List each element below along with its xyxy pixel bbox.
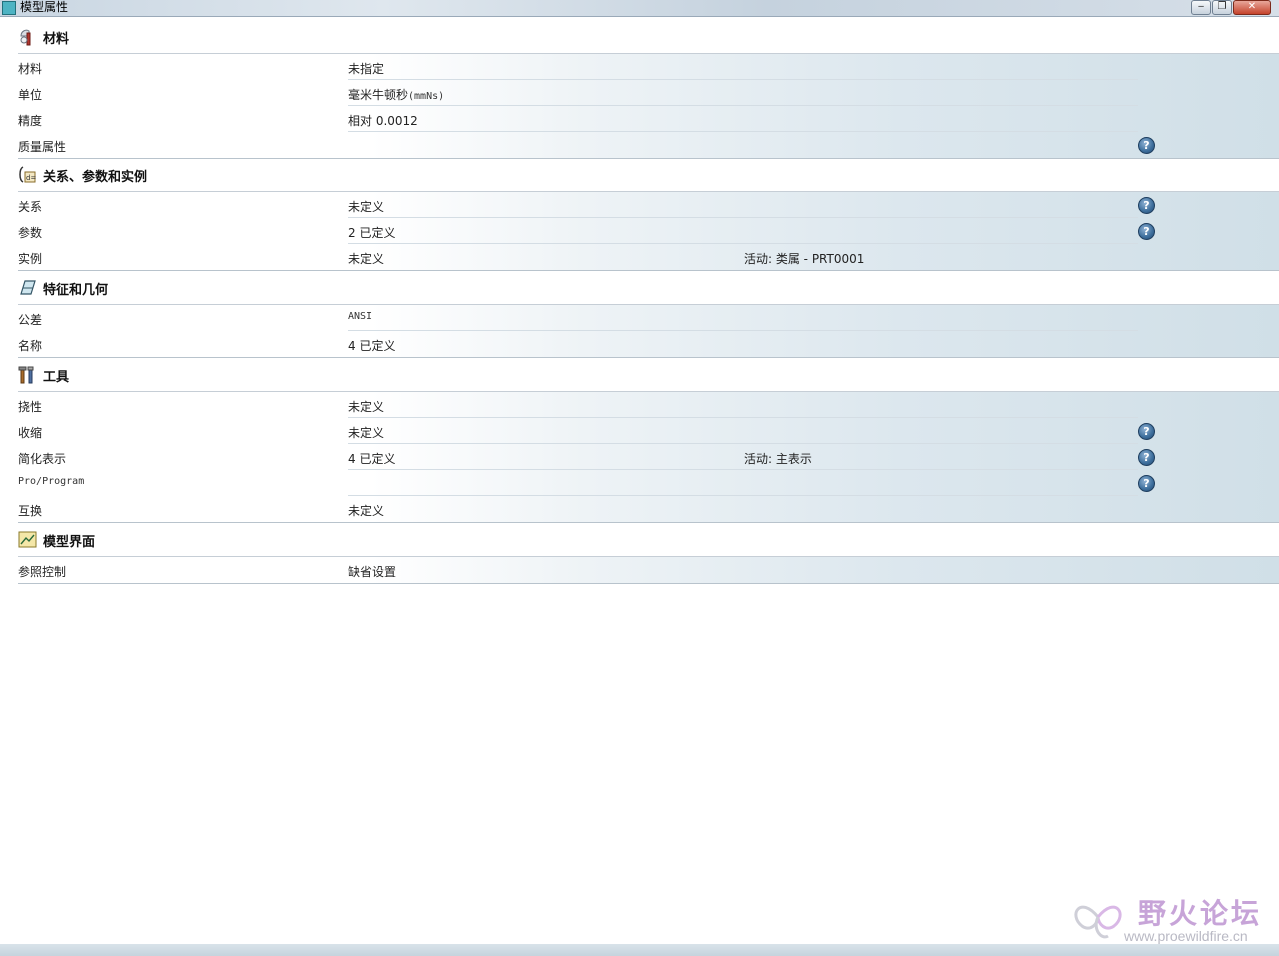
row-label: Pro/Program [18, 476, 85, 487]
watermark-name: 野火论坛 [1138, 897, 1263, 930]
row-label: 收缩 [18, 426, 43, 440]
section-tools: 工具 挠性 未定义 收缩 未定义 ? 简化表示 4 已定义 活动: 主表示 ? … [18, 358, 1279, 523]
row-material[interactable]: 材料 未指定 [18, 54, 1279, 80]
row-label: 公差 [18, 313, 43, 327]
row-accuracy[interactable]: 精度 相对 0.0012 [18, 106, 1279, 132]
row-value[interactable]: 缺省设置 [348, 563, 396, 580]
row-names[interactable]: 名称 4 已定义 [18, 331, 1279, 357]
watermark: 野火论坛 www.proewildfire.cn [1068, 890, 1273, 946]
property-rows: 材料 未指定 单位 毫米牛顿秒(mmNs) 精度 相对 0.0012 质量属性 … [18, 54, 1279, 159]
row-simplified-rep[interactable]: 简化表示 4 已定义 活动: 主表示 ? [18, 444, 1279, 470]
section-header: 模型界面 [18, 523, 1279, 557]
section-title: 特征和几何 [43, 283, 109, 298]
relations-icon: d= [19, 166, 36, 183]
feature-geometry-icon [20, 280, 36, 295]
help-icon[interactable]: ? [1138, 449, 1155, 466]
row-reference-control[interactable]: 参照控制 缺省设置 [18, 557, 1279, 583]
row-value[interactable]: 未定义 [348, 198, 384, 215]
row-extra: 活动: 类属 - PRT0001 [744, 252, 865, 266]
property-rows: 挠性 未定义 收缩 未定义 ? 简化表示 4 已定义 活动: 主表示 ? Pro… [18, 392, 1279, 523]
row-extra: 活动: 主表示 [744, 452, 812, 466]
row-parameters[interactable]: 参数 2 已定义 ? [18, 218, 1279, 244]
row-shrinkage[interactable]: 收缩 未定义 ? [18, 418, 1279, 444]
title-bar[interactable]: 模型属性 ‒ ❐ ✕ [0, 0, 1279, 17]
row-value[interactable]: 未指定 [348, 60, 384, 77]
section-title: 模型界面 [43, 535, 96, 550]
section-title: 关系、参数和实例 [43, 170, 148, 185]
row-pro-program[interactable]: Pro/Program ? [18, 470, 1279, 496]
row-value[interactable]: ANSI [348, 311, 372, 322]
row-tolerance[interactable]: 公差 ANSI [18, 305, 1279, 331]
row-label: 参照控制 [18, 565, 67, 579]
section-title: 材料 [43, 32, 70, 47]
close-button[interactable]: ✕ [1233, 0, 1271, 15]
property-rows: 关系 未定义 ? 参数 2 已定义 ? 实例 未定义 活动: 类属 - PRT0… [18, 192, 1279, 271]
window-title: 模型属性 [20, 0, 69, 14]
model-interface-icon [18, 531, 37, 548]
section-header: 材料 [18, 20, 1279, 54]
bottom-strip [0, 944, 1279, 956]
section-relations: d= 关系、参数和实例 关系 未定义 ? 参数 2 已定义 ? 实例 未定义 活… [18, 158, 1279, 271]
row-label: 简化表示 [18, 452, 67, 466]
row-value[interactable]: 相对 0.0012 [348, 112, 418, 129]
row-label: 实例 [18, 252, 43, 266]
material-icon [20, 29, 31, 46]
window-controls: ‒ ❐ ✕ [1191, 0, 1271, 15]
row-value[interactable]: 4 已定义 [348, 337, 395, 354]
help-icon[interactable]: ? [1138, 223, 1155, 240]
row-value[interactable]: 未定义 [348, 398, 384, 415]
units-suffix: (mmNs) [408, 91, 445, 102]
row-relations[interactable]: 关系 未定义 ? [18, 192, 1279, 218]
row-value[interactable]: 未定义 [348, 424, 384, 441]
row-flexibility[interactable]: 挠性 未定义 [18, 392, 1279, 418]
section-title: 工具 [43, 370, 70, 385]
row-label: 关系 [18, 200, 43, 214]
row-label: 材料 [18, 62, 43, 76]
restore-button[interactable]: ❐ [1212, 0, 1232, 15]
tools-icon [18, 366, 34, 384]
row-value[interactable]: 4 已定义 [348, 450, 395, 467]
property-rows: 参照控制 缺省设置 [18, 557, 1279, 584]
watermark-logo [1074, 905, 1122, 939]
row-label: 质量属性 [18, 140, 67, 154]
row-label: 精度 [18, 114, 43, 128]
help-icon[interactable]: ? [1138, 423, 1155, 440]
section-material: 材料 材料 未指定 单位 毫米牛顿秒(mmNs) 精度 相对 0.0012 质量… [18, 20, 1279, 159]
section-header: d= 关系、参数和实例 [18, 158, 1279, 192]
row-instances[interactable]: 实例 未定义 活动: 类属 - PRT0001 [18, 244, 1279, 270]
row-mass-properties[interactable]: 质量属性 ? [18, 132, 1279, 158]
row-interchange[interactable]: 互换 未定义 [18, 496, 1279, 522]
row-label: 参数 [18, 226, 43, 240]
help-icon[interactable]: ? [1138, 475, 1155, 492]
units-value: 毫米牛顿秒 [348, 88, 409, 102]
row-label: 名称 [18, 339, 43, 353]
section-model-interface: 模型界面 参照控制 缺省设置 [18, 523, 1279, 584]
section-header: 特征和几何 [18, 271, 1279, 305]
help-icon[interactable]: ? [1138, 197, 1155, 214]
row-units[interactable]: 单位 毫米牛顿秒(mmNs) [18, 80, 1279, 106]
row-label: 挠性 [18, 400, 43, 414]
watermark-url: www.proewildfire.cn [1124, 928, 1248, 944]
minimize-button[interactable]: ‒ [1191, 0, 1211, 15]
row-label: 互换 [18, 504, 43, 518]
app-icon [2, 1, 16, 15]
property-rows: 公差 ANSI 名称 4 已定义 [18, 305, 1279, 358]
row-value[interactable]: 未定义 [348, 250, 384, 267]
svg-text:d=: d= [26, 174, 36, 182]
row-label: 单位 [18, 88, 43, 102]
section-features-geometry: 特征和几何 公差 ANSI 名称 4 已定义 [18, 271, 1279, 358]
section-header: 工具 [18, 358, 1279, 392]
row-value[interactable]: 毫米牛顿秒(mmNs) [348, 86, 444, 103]
help-icon[interactable]: ? [1138, 137, 1155, 154]
row-value[interactable]: 未定义 [348, 502, 384, 519]
row-value[interactable]: 2 已定义 [348, 224, 395, 241]
